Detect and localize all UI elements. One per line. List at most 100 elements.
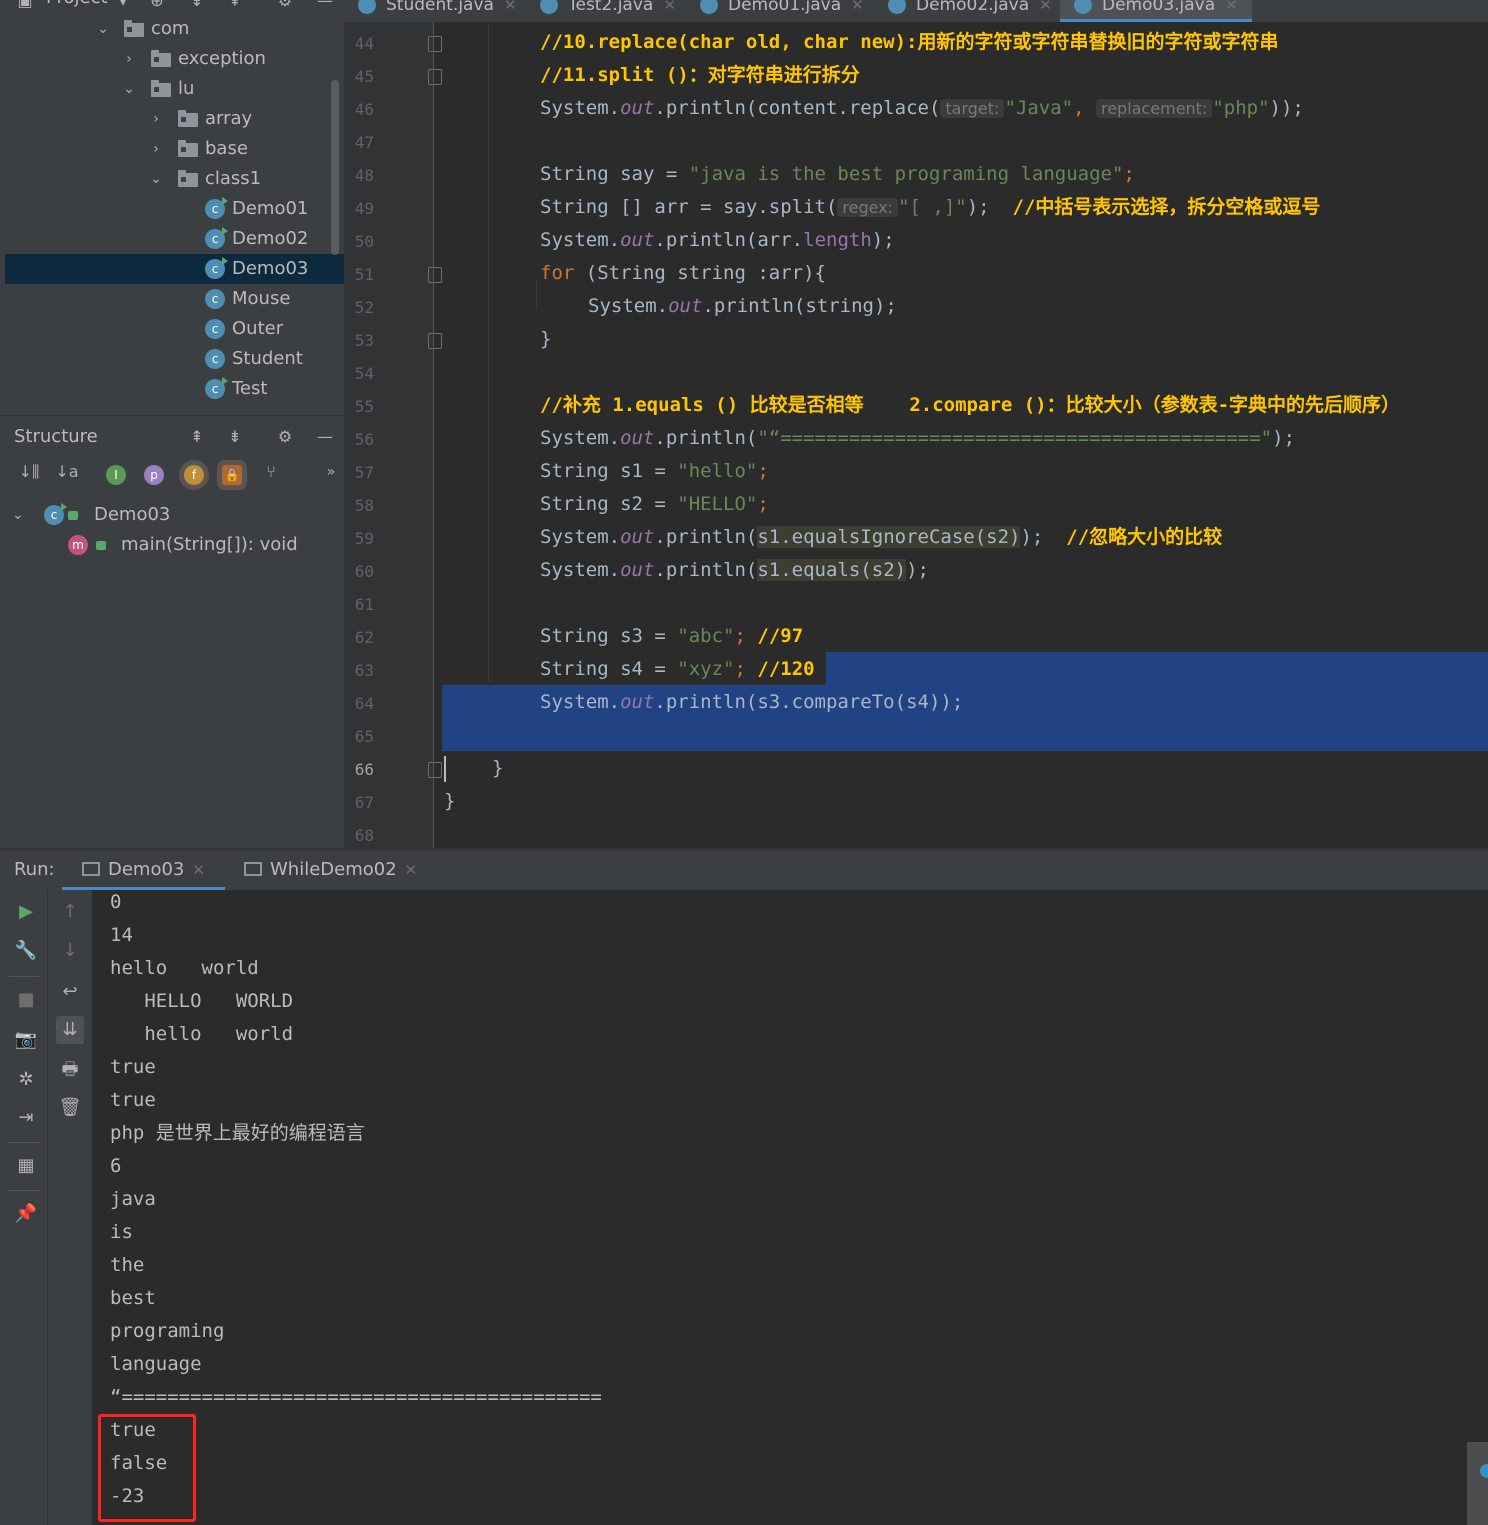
tab-demo02-java[interactable]: Demo02.java ✕ — [888, 0, 1052, 22]
fold-marker-icon[interactable] — [428, 333, 442, 349]
string-literal: "“======================================… — [757, 427, 1273, 449]
sort-by-visibility-icon[interactable]: ↓⫼ — [16, 459, 42, 485]
trash-icon[interactable]: 🗑 — [56, 1094, 84, 1122]
show-fields-icon[interactable]: f — [184, 465, 204, 485]
print-icon[interactable]: 🖶 — [56, 1056, 84, 1084]
project-scrollbar[interactable] — [331, 80, 339, 255]
line-number-gutter[interactable]: 44 45 46 47 48 49 50 51 52 53 54 55 56 5… — [344, 22, 442, 848]
tree-item-demo01[interactable]: c Demo01 — [5, 194, 344, 224]
close-icon[interactable]: ✕ — [851, 0, 864, 14]
string-literal: "hello" — [677, 460, 758, 482]
code-token: , — [1073, 97, 1085, 119]
tab-demo01-java[interactable]: Demo01.java ✕ — [700, 0, 864, 22]
expand-all-icon[interactable]: ⇞ — [186, 426, 208, 448]
tree-item-com[interactable]: ⌄ com — [5, 14, 344, 44]
comment: //忽略大小的比较 — [1066, 526, 1223, 548]
tree-item-lu[interactable]: ⌄ lu — [5, 74, 344, 104]
code-line-56: System.out.println("“===================… — [540, 422, 1295, 455]
show-non-public-icon[interactable]: 🔒 — [222, 465, 242, 485]
code-token: ; — [757, 493, 769, 515]
chevron-down-icon[interactable]: ▾ — [112, 0, 134, 12]
code-area[interactable]: //10.replace(char old, char new):用新的字符或字… — [442, 22, 1488, 848]
close-icon[interactable]: ✕ — [405, 861, 418, 879]
show-properties-icon[interactable]: p — [144, 465, 164, 485]
show-inherited-icon[interactable]: I — [106, 465, 126, 485]
expand-all-icon[interactable]: ⇞ — [224, 0, 246, 12]
code-token: ); — [871, 229, 895, 251]
rerun-icon[interactable]: ▶ — [12, 898, 40, 926]
soft-wrap-icon[interactable]: ↩ — [56, 978, 84, 1006]
chevron-down-icon[interactable]: ⌄ — [121, 74, 137, 104]
code-token: length — [803, 229, 872, 251]
fold-marker-icon[interactable] — [428, 762, 442, 778]
fold-marker-icon[interactable] — [428, 267, 442, 283]
chevron-right-icon[interactable]: › — [121, 44, 137, 74]
code-token: System. — [588, 295, 669, 317]
annotation-highlight-box — [98, 1414, 196, 1522]
fold-marker-icon[interactable] — [428, 69, 442, 85]
exit-icon[interactable]: ⇥ — [12, 1104, 40, 1132]
comment: //10.replace(char old, char new):用新的字符或字… — [540, 31, 1279, 53]
gear-icon[interactable]: ⚙ — [274, 0, 296, 12]
console-line: “=======================================… — [110, 1386, 602, 1408]
tree-item-demo03[interactable]: c Demo03 — [5, 254, 344, 284]
collapse-all-icon[interactable]: ⇟ — [186, 0, 208, 12]
tab-student-java[interactable]: Student.java ✕ — [358, 0, 517, 22]
chevron-right-icon[interactable]: › — [148, 104, 164, 134]
tab-test2-java[interactable]: Test2.java ✕ — [540, 0, 676, 22]
tree-item-exception[interactable]: › exception — [5, 44, 344, 74]
code-token: .println(content.replace( — [654, 97, 941, 119]
pin-icon[interactable]: 📌 — [12, 1200, 40, 1228]
close-icon[interactable]: ✕ — [192, 861, 205, 879]
gear-icon[interactable]: ⚙ — [274, 426, 296, 448]
minimize-icon[interactable]: — — [314, 0, 336, 12]
tree-item-array[interactable]: › array — [5, 104, 344, 134]
run-tab-whiledemo02[interactable]: WhileDemo02 ✕ — [244, 850, 417, 890]
tree-item-demo02[interactable]: c Demo02 — [5, 224, 344, 254]
more-icon[interactable]: » — [318, 459, 344, 485]
minimize-icon[interactable]: — — [314, 426, 336, 448]
project-title[interactable]: Project — [46, 0, 108, 8]
project-view-icon[interactable]: ▣ — [14, 0, 36, 12]
line-number: 67 — [354, 793, 374, 812]
fold-marker-icon[interactable] — [428, 36, 442, 52]
chevron-down-icon[interactable]: ⌄ — [148, 164, 164, 194]
line-number: 44 — [354, 34, 374, 53]
tree-item-outer[interactable]: c Outer — [5, 314, 344, 344]
stop-icon[interactable]: ■ — [12, 986, 40, 1014]
tab-demo03-java[interactable]: Demo03.java ✕ — [1060, 0, 1252, 22]
run-tab-demo03[interactable]: Demo03 ✕ — [62, 850, 225, 890]
arrow-down-icon[interactable]: ↓ — [56, 937, 84, 965]
scroll-to-end-icon[interactable]: ⇊ — [56, 1016, 84, 1044]
camera-icon[interactable]: 📷 — [12, 1026, 40, 1054]
debug-icon[interactable]: ✲ — [12, 1066, 40, 1094]
tree-item-class1[interactable]: ⌄ class1 — [5, 164, 344, 194]
java-class-icon: c — [205, 349, 225, 369]
locate-icon[interactable]: ⊕ — [146, 0, 168, 12]
tree-item-mouse[interactable]: c Mouse — [5, 284, 344, 314]
sort-alphabetically-icon[interactable]: ↓a — [54, 459, 80, 485]
line-number: 59 — [354, 529, 374, 548]
tree-item-test[interactable]: c Test — [5, 374, 344, 404]
folder-icon — [178, 110, 198, 127]
arrow-up-icon[interactable]: ↑ — [56, 898, 84, 926]
close-icon[interactable]: ✕ — [663, 0, 676, 14]
chevron-right-icon[interactable]: › — [148, 134, 164, 164]
chevron-down-icon[interactable]: ⌄ — [12, 500, 24, 530]
close-icon[interactable]: ✕ — [504, 0, 517, 14]
close-icon[interactable]: ✕ — [1225, 0, 1238, 14]
code-line-60: System.out.println(s1.equals(s2)); — [540, 554, 929, 587]
code-token: System. — [540, 229, 621, 251]
collapse-all-icon[interactable]: ⇟ — [224, 426, 246, 448]
chevron-down-icon[interactable]: ⌄ — [95, 14, 111, 44]
console-output[interactable]: 0 14 hello world HELLO WORLD hello world… — [110, 890, 1450, 1525]
wrench-icon[interactable]: 🔧 — [12, 937, 40, 965]
code-token: )); — [1269, 97, 1304, 119]
close-icon[interactable]: ✕ — [1039, 0, 1052, 14]
tree-item-base[interactable]: › base — [5, 134, 344, 164]
java-class-icon: c — [205, 197, 228, 219]
tree-item-student[interactable]: c Student — [5, 344, 344, 374]
layout-icon[interactable]: ▦ — [12, 1152, 40, 1180]
show-lambdas-icon[interactable]: ⑂ — [258, 459, 284, 485]
floating-assistant-button[interactable] — [1467, 1442, 1488, 1525]
